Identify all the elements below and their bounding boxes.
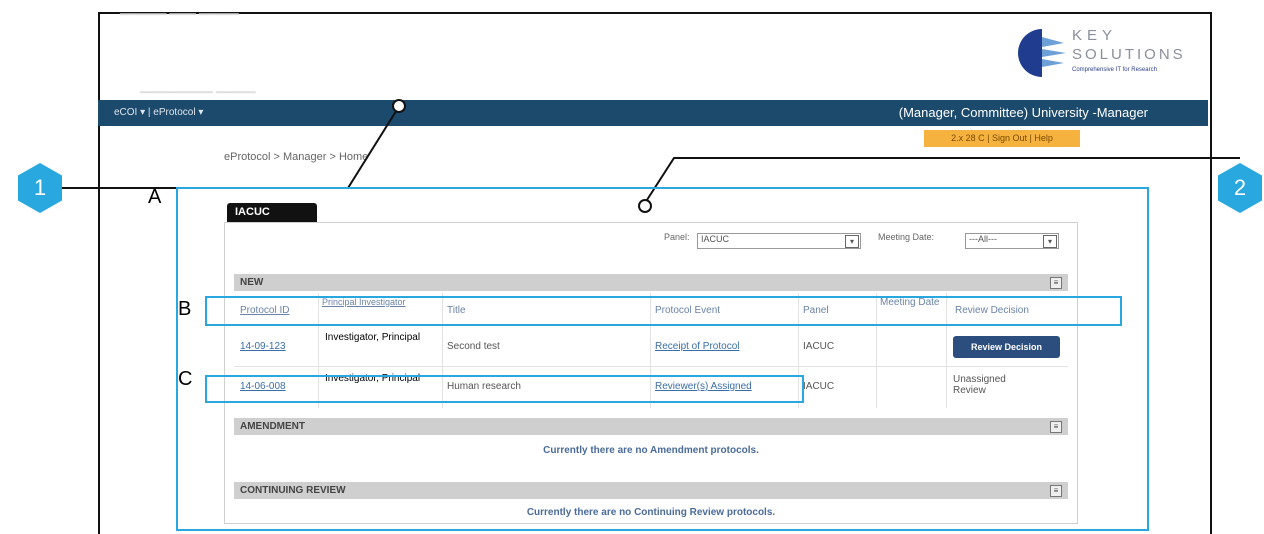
- highlight-box-c: [205, 375, 804, 403]
- highlight-box-b: [205, 296, 1122, 326]
- region-label-a: A: [148, 186, 162, 208]
- highlight-box-a: [176, 187, 1149, 531]
